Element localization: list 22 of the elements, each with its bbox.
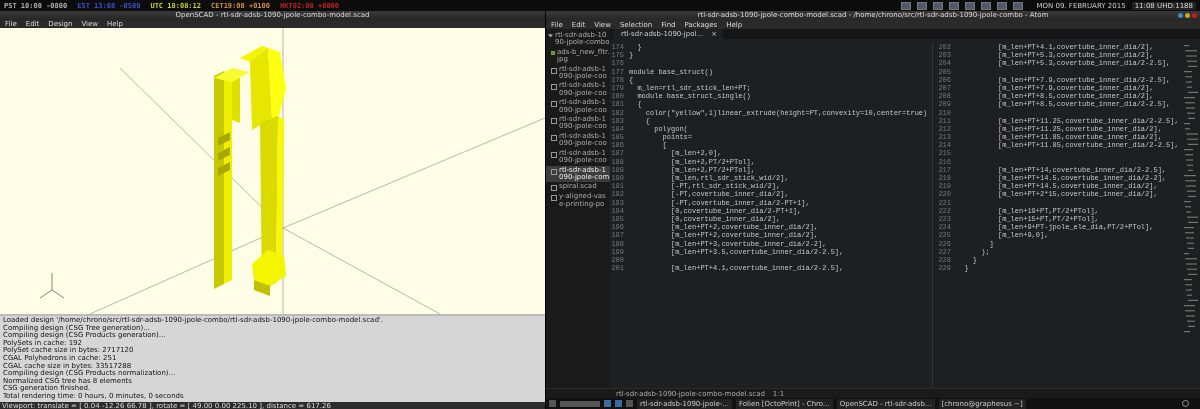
search-field[interactable] [560,400,600,407]
window-icon[interactable] [916,1,927,10]
window-icon[interactable] [964,1,975,10]
file-icon [551,101,557,108]
window-icon[interactable] [996,1,1007,10]
file-icon [551,134,557,141]
window-icon[interactable] [948,1,959,10]
file-icon [551,118,557,125]
caret-icon [548,33,553,38]
file-icon [551,84,557,91]
file-icon [551,151,557,158]
image-file-icon [551,50,555,55]
axis-gizmo-icon [39,272,65,299]
maximize-icon[interactable] [1185,13,1190,18]
close-icon[interactable] [1192,13,1197,18]
window-icon[interactable] [932,1,943,10]
window-icon[interactable] [1012,1,1023,10]
window-icon[interactable] [900,1,911,10]
window-icon[interactable] [980,1,991,10]
file-icon [551,67,557,74]
file-icon [551,168,557,175]
minimize-icon[interactable] [1178,13,1183,18]
